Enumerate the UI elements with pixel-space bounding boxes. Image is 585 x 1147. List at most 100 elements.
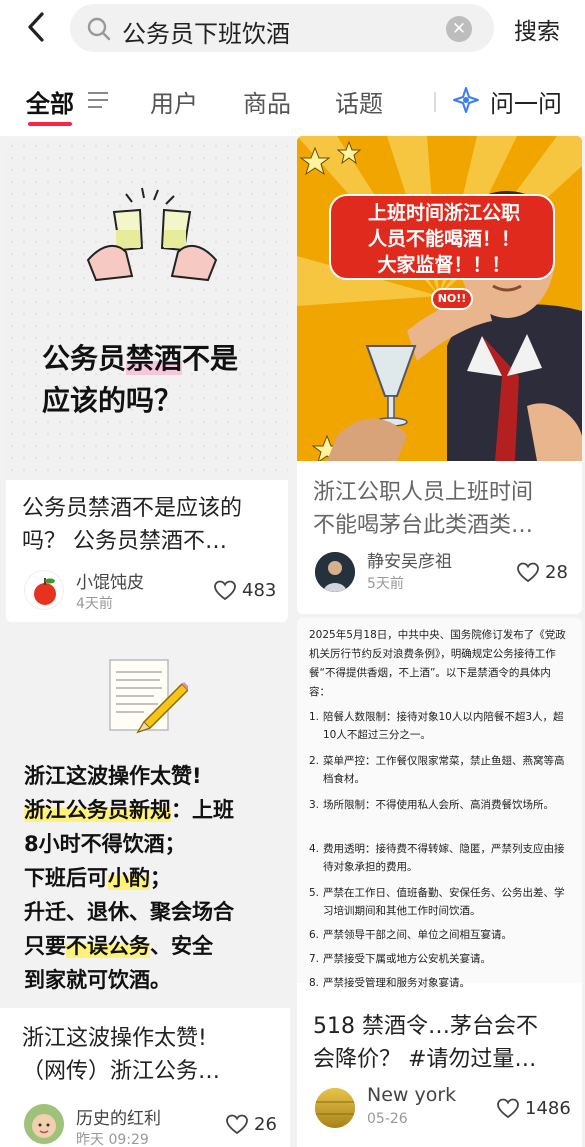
cover-headline-line2: 应该的吗？ xyxy=(42,384,183,417)
card-title-line: 浙江这波操作太赞! xyxy=(22,1026,207,1051)
list-item-text: 严禁接受管理和服务对象宴请。 xyxy=(323,977,470,989)
list-item-number: 3. xyxy=(309,799,320,811)
post-line-part: 8小时不得饮酒； xyxy=(24,832,186,856)
tab-topics[interactable]: 话题 xyxy=(335,84,383,119)
avatar[interactable] xyxy=(315,1088,355,1128)
search-input[interactable]: 公务员下班饮酒 ✕ xyxy=(70,4,494,52)
list-item-text: 费用透明：接待费不得转嫁、隐匿，严禁列支应由接待对象承担的费用。 xyxy=(323,843,565,873)
post-line-part: 升迁、退休、聚会场合 xyxy=(24,900,234,924)
post-line-highlight: 不误公务 xyxy=(66,934,150,958)
search-query-text: 公务员下班饮酒 xyxy=(122,20,290,48)
post-line: 升迁、退休、聚会场合 xyxy=(24,896,234,928)
card-title-line: （网传）浙江公务… xyxy=(22,1059,221,1084)
post-line-part: 只要 xyxy=(24,934,66,958)
author-name[interactable]: New york xyxy=(367,1084,456,1106)
post-time: 5天前 xyxy=(367,576,404,592)
author-name[interactable]: 历史的红利 xyxy=(76,1104,161,1129)
heart-icon[interactable] xyxy=(214,580,236,602)
list-item-number: 8. xyxy=(309,977,320,989)
search-button[interactable]: 搜索 xyxy=(514,12,560,46)
author-name[interactable]: 小馄饨皮 xyxy=(76,568,144,593)
card-title: 518 禁酒令…茅台会不 会降价？ #请勿过量… xyxy=(313,1010,575,1076)
note-card[interactable]: 浙江这波操作太赞! 浙江公务员新规：上班 8小时不得饮酒； 下班后可小酌； 升迁… xyxy=(0,628,290,1147)
back-arrow-icon[interactable] xyxy=(20,10,54,44)
sign-text-line: 上班时间浙江公职 xyxy=(367,202,520,224)
card-title-line: 吗？ 公务员禁酒不… xyxy=(22,529,227,554)
avatar[interactable] xyxy=(24,1104,64,1144)
like-count: 26 xyxy=(254,1114,277,1135)
apple-icon xyxy=(34,578,56,605)
search-header: 公务员下班饮酒 ✕ 搜索 xyxy=(0,0,585,60)
list-item-text: 严禁在工作日、值班备勤、安保任务、公务出差、学习培训期间和其他工作时间饮酒。 xyxy=(323,887,565,917)
post-line-part: 下班后可 xyxy=(24,866,108,890)
list-item-number: 4. xyxy=(309,843,320,855)
post-line: 只要不误公务、安全 xyxy=(24,930,213,962)
cover-headline-part: 不是 xyxy=(182,342,239,375)
post-line: 下班后可小酌； xyxy=(24,862,171,894)
note-card[interactable]: 公务员禁酒不是 应该的吗？ 公务员禁酒不是应该的 吗？ 公务员禁酒不… 小馄饨皮… xyxy=(6,140,288,622)
post-line: 8小时不得饮酒； xyxy=(24,828,186,860)
card-title-line: 不能喝茅台此类酒类… xyxy=(313,513,534,538)
person-avatar-icon xyxy=(315,552,355,592)
like-count: 1486 xyxy=(525,1098,571,1119)
list-item-text: 场所限制：不得使用私人会所、高消费餐饮场所。 xyxy=(323,799,554,811)
sign-text-line: 人员不能喝酒！！ xyxy=(367,228,520,250)
card-title-line: 会降价？ #请勿过量… xyxy=(313,1047,537,1072)
memo-pencil-icon xyxy=(109,659,188,734)
card-title-line: 公务员禁酒不是应该的 xyxy=(22,496,243,521)
like-count: 483 xyxy=(242,580,277,601)
list-item-text: 严禁接受下属或地方公安机关宴请。 xyxy=(323,953,491,965)
cover-headline-highlight: 禁酒 xyxy=(126,342,183,375)
ask-sparkle-icon xyxy=(453,87,479,113)
cover-headline-part: 公务员 xyxy=(42,342,127,375)
list-item-number: 6. xyxy=(309,929,320,941)
card-cover-image: 2025年5月18日，中共中央、国务院修订发布了《党政机关厉行节约反对浪费条例》… xyxy=(297,618,582,989)
post-line-highlight: 小酌 xyxy=(108,866,150,890)
card-title-line: 浙江公职人员上班时间 xyxy=(313,480,534,505)
cheers-icon xyxy=(86,187,218,282)
post-line-part: 到家就可饮酒。 xyxy=(24,968,171,992)
tab-ask[interactable]: 问一问 xyxy=(490,84,562,119)
search-icon xyxy=(87,17,111,41)
post-line: 到家就可饮酒。 xyxy=(24,964,171,996)
post-line-highlight: 浙江公务员新规 xyxy=(24,798,171,822)
avatar[interactable] xyxy=(315,552,355,592)
tab-all[interactable]: 全部 xyxy=(26,84,74,119)
card-cover-image: 公务员禁酒不是 应该的吗？ xyxy=(6,140,288,480)
filter-tabs: 全部 用户 商品 话题 问一问 xyxy=(0,60,585,136)
active-tab-indicator xyxy=(28,122,72,126)
post-time: 05-26 xyxy=(367,1111,408,1127)
post-line: 浙江这波操作太赞! xyxy=(24,760,202,792)
card-title: 浙江这波操作太赞! （网传）浙江公务… xyxy=(22,1022,284,1088)
post-time: 昨天 09:29 xyxy=(76,1132,149,1147)
warning-sign: 上班时间浙江公职 人员不能喝酒！！ 大家监督！！！ xyxy=(329,194,555,280)
clear-icon[interactable]: ✕ xyxy=(446,16,472,42)
heart-icon[interactable] xyxy=(517,562,539,584)
filter-lines-icon[interactable] xyxy=(86,90,110,110)
list-item-text: 菜单严控：工作餐仅限家常菜，禁止鱼翅、燕窝等高档食材。 xyxy=(323,755,565,785)
avatar[interactable] xyxy=(24,570,64,610)
gold-avatar-icon xyxy=(315,1088,355,1128)
tab-users[interactable]: 用户 xyxy=(150,84,198,119)
card-cover-image: 浙江这波操作太赞! 浙江公务员新规：上班 8小时不得饮酒； 下班后可小酌； 升迁… xyxy=(0,628,290,1008)
tab-products[interactable]: 商品 xyxy=(243,84,291,119)
heart-icon[interactable] xyxy=(497,1098,519,1120)
post-line-part: 浙江这波操作太赞! xyxy=(24,764,202,788)
author-name[interactable]: 静安吴彦祖 xyxy=(367,547,452,572)
note-card[interactable]: 上班时间浙江公职 人员不能喝酒！！ 大家监督！！！ NO!! 浙江公职人员上班时… xyxy=(297,136,582,614)
tab-divider xyxy=(434,92,436,112)
list-item-number: 1. xyxy=(309,711,320,723)
post-time: 4天前 xyxy=(76,596,113,612)
note-card[interactable]: 2025年5月18日，中共中央、国务院修订发布了《党政机关厉行节约反对浪费条例》… xyxy=(297,618,582,1147)
document-intro: 2025年5月18日，中共中央、国务院修订发布了《党政机关厉行节约反对浪费条例》… xyxy=(309,629,566,698)
list-item-text: 陪餐人数限制：接待对象10人以内陪餐不超3人，超10人不超过三分之一。 xyxy=(323,711,564,741)
cover-headline: 公务员禁酒不是 应该的吗？ xyxy=(42,338,282,422)
heart-icon[interactable] xyxy=(226,1114,248,1136)
card-title: 浙江公职人员上班时间 不能喝茅台此类酒类… xyxy=(313,476,573,542)
post-line-part: 、安全 xyxy=(150,934,213,958)
list-item-number: 2. xyxy=(309,755,320,767)
sign-text-line: 大家监督！！！ xyxy=(377,254,511,276)
list-item-number: 7. xyxy=(309,953,320,965)
list-item-number: 5. xyxy=(309,887,320,899)
card-title-line: 518 禁酒令…茅台会不 xyxy=(313,1014,538,1039)
